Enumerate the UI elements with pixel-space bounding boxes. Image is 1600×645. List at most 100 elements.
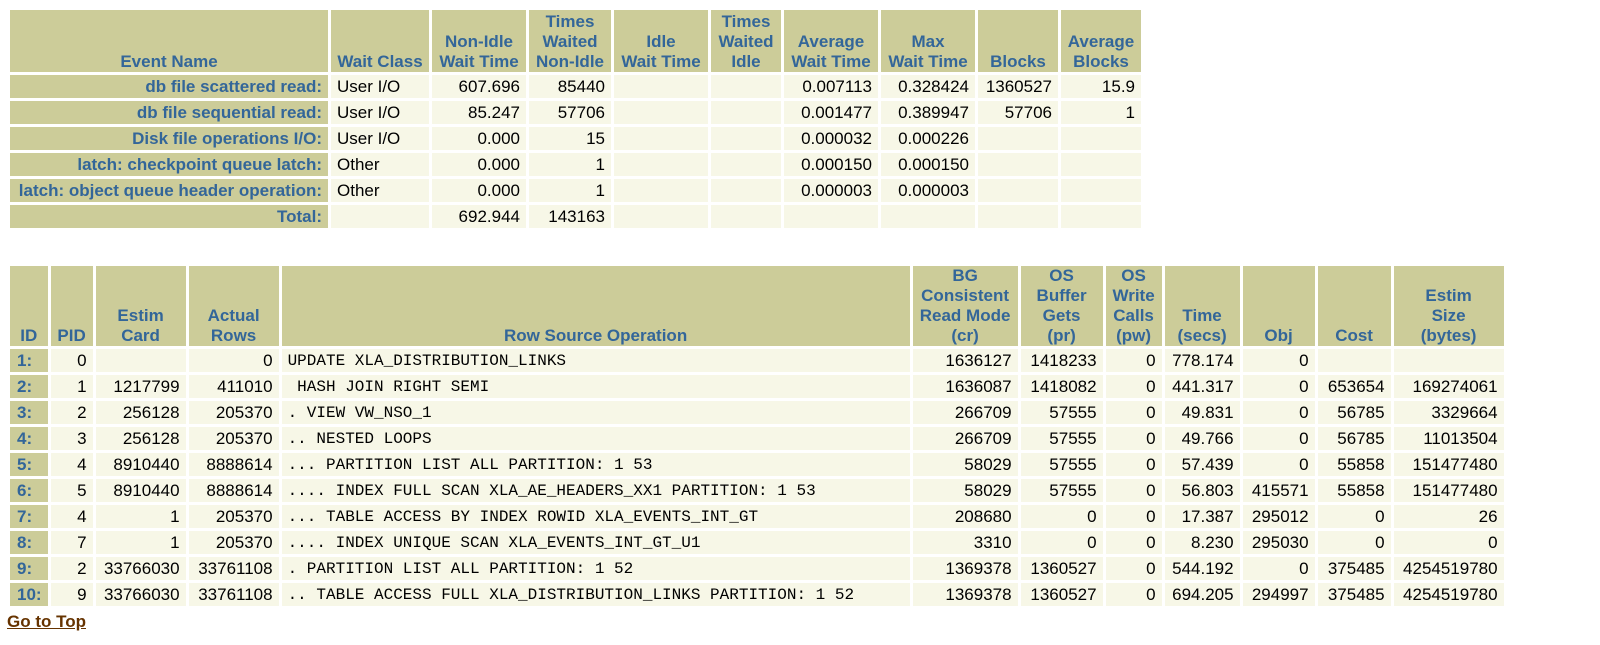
plan-table-cell: 1369378 [912, 583, 1018, 606]
row-id-cell: 9: [10, 557, 48, 580]
row-id-cell: 2: [10, 375, 48, 398]
wait-table-cell: 1 [1061, 101, 1141, 124]
wait-event-row: latch: object queue header operation: Oth… [10, 179, 1141, 202]
wait-table-cell [614, 101, 708, 124]
wait-table-cell [711, 153, 781, 176]
row-id-cell: 4: [10, 427, 48, 450]
plan-table-cell: 1636127 [912, 349, 1018, 372]
plan-table-cell: 4254519780 [1393, 583, 1504, 606]
col-header-cost: Cost [1317, 266, 1391, 346]
plan-table-cell: 1369378 [912, 557, 1018, 580]
plan-table-cell: 0 [1242, 349, 1315, 372]
wait-table-cell: 57706 [529, 101, 611, 124]
go-to-top-link[interactable]: Go to Top [7, 612, 86, 632]
plan-table-cell: 205370 [188, 531, 279, 554]
col-header-actual-rows: Actual Rows [188, 266, 279, 346]
wait-table-cell: 0.389947 [881, 101, 975, 124]
wait-table-cell: 0.000 [432, 153, 526, 176]
plan-table-cell: 33761108 [188, 583, 279, 606]
wait-table-cell: 57706 [978, 101, 1058, 124]
plan-table-cell: 205370 [188, 427, 279, 450]
row-id-cell: 6: [10, 479, 48, 502]
operation-cell: .... INDEX FULL SCAN XLA_AE_HEADERS_XX1 … [281, 479, 910, 502]
table-row: 6: 5 8910440 8888614.... INDEX FULL SCAN XL… [10, 479, 1504, 502]
plan-table-cell: 0 [1242, 427, 1315, 450]
col-header-non-idle-wait-time: Non-Idle Wait Time [432, 10, 526, 72]
plan-table-cell: 33761108 [188, 557, 279, 580]
plan-table-cell: 56785 [1317, 427, 1391, 450]
table-row: 1: 0 0 UPDATE XLA_DISTRIBUTION_LINKS 1636127… [10, 349, 1504, 372]
plan-table-cell: 4 [50, 453, 93, 476]
plan-table-cell: 57.439 [1164, 453, 1240, 476]
wait-table-cell: 0.000003 [784, 179, 878, 202]
col-header-average-blocks: Average Blocks [1061, 10, 1141, 72]
plan-table-cell: 49.766 [1164, 427, 1240, 450]
wait-table-cell: 0.000003 [881, 179, 975, 202]
plan-table-cell: 11013504 [1393, 427, 1504, 450]
plan-table-cell: 2 [50, 557, 93, 580]
col-header-idle-wait-time: Idle Wait Time [614, 10, 708, 72]
plan-table-cell [1317, 349, 1391, 372]
plan-table-cell: 0 [1105, 479, 1162, 502]
plan-table-cell: 3 [50, 427, 93, 450]
wait-table-cell: 692.944 [432, 205, 526, 228]
wait-table-cell: 143163 [529, 205, 611, 228]
plan-table-cell: 205370 [188, 505, 279, 528]
wait-table-cell: 15.9 [1061, 75, 1141, 98]
row-id-cell: 8: [10, 531, 48, 554]
plan-table-cell: 1636087 [912, 375, 1018, 398]
wait-event-row: db file sequential read: User I/O 85.247 57… [10, 101, 1141, 124]
wait-table-cell [614, 205, 708, 228]
plan-table-cell: 0 [1393, 531, 1504, 554]
wait-table-cell [978, 127, 1058, 150]
table-row: 10: 9 33766030 33761108.. TABLE ACCESS FULL… [10, 583, 1504, 606]
wait-table-cell: 15 [529, 127, 611, 150]
plan-table-cell: 58029 [912, 453, 1018, 476]
plan-table-cell: 653654 [1317, 375, 1391, 398]
plan-table-cell: 256128 [95, 401, 186, 424]
col-header-time-secs: Time (secs) [1164, 266, 1240, 346]
col-header-max-wait-time: Max Wait Time [881, 10, 975, 72]
event-name-cell: Total: [10, 205, 328, 228]
row-id-cell: 10: [10, 583, 48, 606]
plan-table-cell: 415571 [1242, 479, 1315, 502]
plan-table-cell: 1 [95, 531, 186, 554]
wait-table-cell [1061, 179, 1141, 202]
plan-table-cell: 0 [188, 349, 279, 372]
wait-table-cell [711, 179, 781, 202]
event-name-cell: db file sequential read: [10, 101, 328, 124]
wait-event-row: Disk file operations I/O: User I/O 0.000 15… [10, 127, 1141, 150]
plan-table-cell: 8888614 [188, 453, 279, 476]
wait-table-cell [711, 127, 781, 150]
plan-table-cell: 205370 [188, 401, 279, 424]
wait-table-cell [614, 179, 708, 202]
operation-cell: .... INDEX UNIQUE SCAN XLA_EVENTS_INT_GT… [281, 531, 910, 554]
wait-table-cell [784, 205, 878, 228]
plan-table-cell: 0 [1242, 453, 1315, 476]
col-header-times-waited-idle: Times Waited Idle [711, 10, 781, 72]
row-source-operations-table: ID PID Estim Card Actual Rows Row Source O… [7, 263, 1507, 609]
wait-table-cell: 1 [529, 179, 611, 202]
wait-table-cell: 0.001477 [784, 101, 878, 124]
plan-table-cell: 266709 [912, 427, 1018, 450]
plan-table-cell: 0 [1242, 401, 1315, 424]
plan-table-cell: 0 [1105, 531, 1162, 554]
plan-table-cell: 57555 [1020, 427, 1103, 450]
table-row: 9: 2 33766030 33761108. PARTITION LIST ALL … [10, 557, 1504, 580]
plan-table-cell: 26 [1393, 505, 1504, 528]
plan-table-cell: 9 [50, 583, 93, 606]
operation-cell: .. TABLE ACCESS FULL XLA_DISTRIBUTION_LI… [281, 583, 910, 606]
wait-table-cell: 0.000150 [881, 153, 975, 176]
col-header-row-source-operation: Row Source Operation [281, 266, 910, 346]
operation-cell: .. NESTED LOOPS [281, 427, 910, 450]
plan-table-cell: 778.174 [1164, 349, 1240, 372]
plan-table-cell: 1418082 [1020, 375, 1103, 398]
wait-table-cell: User I/O [331, 75, 429, 98]
plan-table-cell: 7 [50, 531, 93, 554]
plan-table-cell: 0 [1105, 401, 1162, 424]
plan-table-cell: 0 [1317, 531, 1391, 554]
col-header-bg-consistent-read-mode: BG Consistent Read Mode (cr) [912, 266, 1018, 346]
plan-table-cell: 295012 [1242, 505, 1315, 528]
row-id-cell: 3: [10, 401, 48, 424]
plan-table-cell: 0 [1105, 427, 1162, 450]
